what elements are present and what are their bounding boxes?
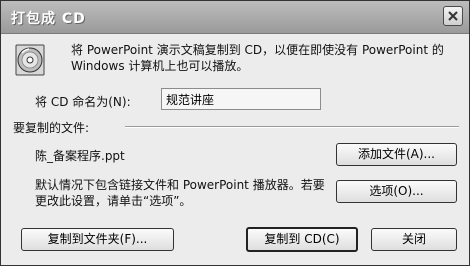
title-close-button[interactable] xyxy=(443,6,463,26)
copy-to-cd-button[interactable]: 复制到 CD(C) xyxy=(246,227,358,252)
dialog-description: 将 PowerPoint 演示文稿复制到 CD，以便在即使没有 PowerPoi… xyxy=(71,43,444,73)
title-bar: 打包成 CD xyxy=(1,1,469,34)
close-button[interactable]: 关闭 xyxy=(371,228,457,251)
cd-disc-icon xyxy=(13,43,49,77)
add-files-button[interactable]: 添加文件(A)... xyxy=(336,143,457,166)
files-section-label: 要复制的文件: xyxy=(13,121,90,135)
package-for-cd-dialog: 打包成 CD 将 PowerPoint 演示文稿复制到 CD，以便在即使没有 P… xyxy=(0,0,470,266)
options-info-text: 默认情况下包含链接文件和 PowerPoint 播放器。若要更改此设置，请单击“… xyxy=(35,178,325,208)
dialog-title: 打包成 CD xyxy=(11,11,86,27)
section-divider xyxy=(125,126,459,128)
copy-to-folder-button[interactable]: 复制到文件夹(F)... xyxy=(21,228,174,251)
cd-name-label: 将 CD 命名为(N): xyxy=(35,95,131,109)
file-list-item[interactable]: 陈_备案程序.ppt xyxy=(35,147,125,164)
close-icon xyxy=(448,11,458,21)
options-button[interactable]: 选项(O)... xyxy=(336,180,457,203)
cd-name-input[interactable] xyxy=(161,88,321,110)
